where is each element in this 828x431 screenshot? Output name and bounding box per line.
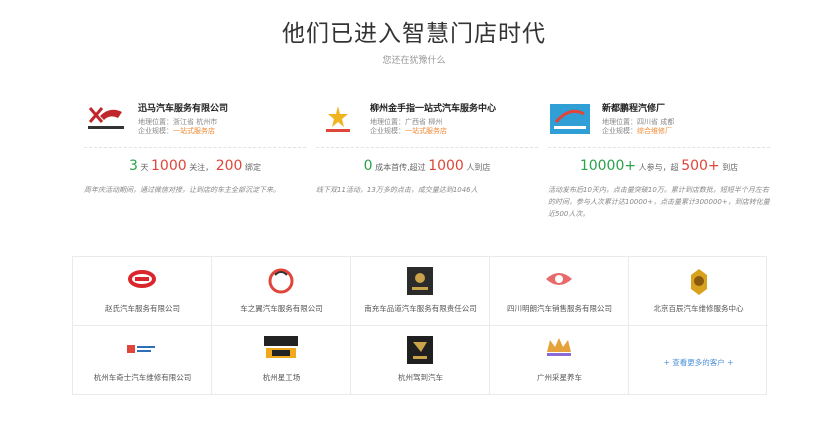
partner-cell: 杭州星工场: [212, 326, 351, 395]
partner-name: 杭州星工场: [262, 373, 301, 382]
dark-square-logo: [407, 336, 433, 364]
gold-lion-logo: [690, 269, 707, 295]
stat-b: 1000: [428, 158, 464, 174]
scale-label: 企业规模：: [370, 127, 405, 135]
scale-label: 企业规模：: [138, 127, 173, 135]
scale-value: 一站式服务店: [405, 127, 447, 135]
auto-badge-logo: [128, 270, 156, 288]
ring-logo: [268, 268, 294, 294]
stat-c: 200: [215, 158, 243, 174]
case-stats: 0 成本首传,超过 1000 人到店: [363, 158, 491, 174]
partner-name: 南充车品道汽车服务有限责任公司: [364, 304, 477, 313]
case-description: 活动发布后10天内，点击量突破10万。累计到店数批，短短半个月左右的时间，参与人…: [548, 186, 770, 218]
partner-name: 杭州车奇士汽车维修有限公司: [93, 373, 192, 382]
company-name: 迅马汽车服务有限公司: [138, 104, 229, 114]
divider: [316, 147, 538, 148]
partner-name: 赵氏汽车服务有限公司: [105, 304, 180, 313]
location-value: 四川省 成都: [637, 118, 675, 126]
case-description: 周年庆活动期间，通过微信对接，让到店的车主全部沉淀下来。: [84, 186, 280, 194]
case-stats: 3 天 1000 关注， 200 绑定: [128, 158, 262, 174]
stat-a: 3: [128, 158, 138, 174]
jinshouzhi-logo: [326, 106, 350, 132]
scale-value: 综合维修厂: [637, 127, 672, 135]
page-title: 他们已进入智慧门店时代: [282, 21, 546, 47]
xunma-logo: [88, 107, 124, 129]
crown-logo: [547, 338, 571, 356]
partner-cell: 赵氏汽车服务有限公司: [73, 257, 212, 326]
partner-name: 广州采星养车: [537, 373, 582, 382]
pengcheng-logo: [550, 104, 590, 134]
stat-a: 10000+: [579, 158, 637, 174]
partner-cell: 广州采星养车: [490, 326, 629, 395]
red-emblem-logo: [546, 273, 572, 285]
stat-a: 0: [363, 158, 373, 174]
case-description: 线下双11活动，13万多的点击，成交量达到1046人: [316, 186, 478, 194]
stat-b: 500+: [681, 158, 720, 174]
location-label: 地理位置：: [138, 118, 173, 126]
dark-square-logo: [407, 267, 433, 295]
divider: [548, 147, 770, 148]
partner-cell: 杭州驾到汽车: [351, 326, 490, 395]
partner-cell: 北京百辰汽车维修服务中心: [629, 257, 768, 326]
case-stats: 10000+ 人参与，超 500+ 到店: [579, 158, 739, 174]
partner-name: 四川明朗汽车销售服务有限公司: [507, 304, 612, 313]
scale-label: 企业规模：: [602, 127, 637, 135]
partner-name: 杭州驾到汽车: [398, 373, 443, 382]
partner-name: 北京百辰汽车维修服务中心: [653, 304, 744, 313]
partner-cell: 南充车品道汽车服务有限责任公司: [351, 257, 490, 326]
location-value: 广西省 柳州: [405, 118, 443, 126]
page-subtitle: 您还在犹豫什么: [382, 56, 446, 66]
partner-cell: + 查看更多的客户 +: [629, 326, 768, 395]
partner-name: 车之翼汽车服务有限公司: [240, 304, 323, 313]
location-value: 浙江省 杭州市: [173, 118, 218, 126]
divider: [84, 147, 306, 148]
company-name: 柳州金手指一站式汽车服务中心: [370, 104, 497, 114]
partner-cell: 车之翼汽车服务有限公司: [212, 257, 351, 326]
location-label: 地理位置：: [602, 118, 637, 126]
view-more-clients-link[interactable]: + 查看更多的客户 +: [629, 357, 768, 368]
scale-value: 一站式服务店: [173, 127, 215, 135]
location-label: 地理位置：: [370, 118, 405, 126]
small-text-logo: [127, 345, 155, 353]
stat-b: 1000: [151, 158, 187, 174]
partner-cell: 杭州车奇士汽车维修有限公司: [73, 326, 212, 395]
partner-cell: 四川明朗汽车销售服务有限公司: [490, 257, 629, 326]
partner-grid: 赵氏汽车服务有限公司 车之翼汽车服务有限公司 南充车品道汽车服务有限责任公司 四…: [72, 256, 768, 395]
company-name: 新都鹏程汽修厂: [602, 104, 666, 114]
black-gold-logo: [264, 336, 298, 358]
